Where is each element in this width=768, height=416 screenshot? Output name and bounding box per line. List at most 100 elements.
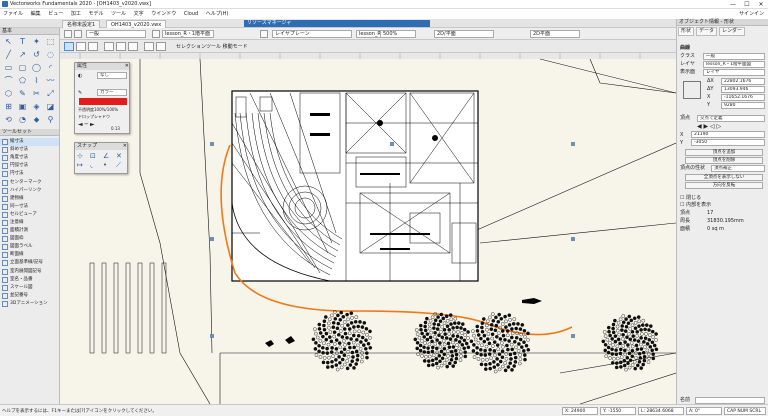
toolset-item[interactable]: 面積計測	[0, 227, 59, 235]
menu-model[interactable]: モデル	[85, 9, 106, 19]
reference-point-icon[interactable]	[683, 81, 701, 99]
fill-checkbox[interactable]: ☐ 内部を表示	[680, 202, 711, 209]
toolset-item[interactable]: 立面基準線/記号	[0, 259, 59, 267]
toolset-item[interactable]: 図面枠	[0, 235, 59, 243]
fill-style-icon[interactable]: ◐	[78, 73, 82, 79]
toolset-item[interactable]: センターマーク	[0, 178, 59, 186]
snap-grid-icon[interactable]: ⊹	[77, 152, 89, 160]
move-mode-icon[interactable]	[76, 42, 86, 51]
vertex-x-field[interactable]: 21190	[691, 131, 765, 138]
close-button[interactable]: ✕	[754, 0, 768, 9]
point-type-select[interactable]: 頂点補正	[711, 165, 765, 172]
active-layer-select[interactable]: lesson_R・1階平面図	[162, 30, 214, 38]
toolset-item[interactable]: 室名・品番	[0, 276, 59, 284]
vertex-mode-select[interactable]: 交点で定義	[697, 115, 765, 122]
snap-object-icon[interactable]: ⊡	[90, 152, 102, 160]
basic-tool-27-icon[interactable]: ⚲	[44, 114, 57, 126]
toolset-item[interactable]: 注意線	[0, 219, 59, 227]
toolset-item[interactable]: 室内展開図記号	[0, 268, 59, 276]
lasso-mode-icon[interactable]	[116, 42, 126, 51]
active-class-select[interactable]: レイヤプレーン	[272, 30, 352, 38]
vertex-y-field[interactable]: -3050	[691, 139, 765, 146]
plane-select[interactable]: レイヤ	[703, 69, 765, 76]
snap-close-icon[interactable]: ✕	[123, 143, 127, 150]
toolset-item[interactable]: 図面ラベル	[0, 243, 59, 251]
snap-intersection-icon[interactable]: ✕	[116, 152, 128, 160]
palette-close-icon[interactable]: ✕	[125, 63, 129, 70]
show-vertices-button[interactable]: 全頂点を表示しない	[685, 174, 763, 181]
toolset-item[interactable]: 円寸法	[0, 170, 59, 178]
tab-render[interactable]: レンダー	[719, 27, 746, 36]
toolset-item[interactable]: 角度寸法	[0, 154, 59, 162]
basic-tool-5-icon[interactable]: ↗	[16, 49, 29, 61]
menu-tools[interactable]: ツール	[108, 9, 129, 19]
basic-tool-17-icon[interactable]: ✎	[16, 88, 29, 100]
snap-mode-icon[interactable]	[144, 42, 154, 51]
menu-edit[interactable]: 編集	[28, 9, 44, 19]
rotate-mode-icon[interactable]	[88, 42, 98, 51]
fill-style-select[interactable]: なし	[97, 72, 127, 79]
basic-tool-11-icon[interactable]: ◜	[44, 62, 57, 74]
toolset-item[interactable]: 3Dアニメーション	[0, 300, 59, 308]
selection-mode-icon[interactable]	[64, 42, 74, 51]
layer-select[interactable]: lesson_R・1階平面図	[703, 61, 765, 68]
toolset-item[interactable]: ハイパーリンク	[0, 187, 59, 195]
tab-untitled[interactable]: 名称未設定1	[62, 20, 101, 28]
basic-tool-24-icon[interactable]: ⟲	[2, 114, 15, 126]
line-weight-value[interactable]: 0.13	[111, 126, 120, 131]
basic-tool-16-icon[interactable]: ⬡	[2, 88, 15, 100]
layer-options-icon[interactable]	[152, 30, 160, 38]
tab-shape[interactable]: 形状	[678, 27, 695, 36]
menu-file[interactable]: ファイル	[0, 9, 26, 19]
basic-tool-18-icon[interactable]: ✂	[30, 88, 43, 100]
basic-tool-7-icon[interactable]: ◌	[44, 49, 57, 61]
basic-tool-13-icon[interactable]: ⬠	[16, 75, 29, 87]
basic-tool-0-icon[interactable]: ↖	[2, 36, 15, 48]
basic-tool-6-icon[interactable]: ↺	[30, 49, 43, 61]
basic-tool-21-icon[interactable]: ▣	[16, 101, 29, 113]
snap-distance-icon[interactable]: ↦	[77, 161, 89, 170]
basic-tool-3-icon[interactable]: ⬚	[44, 36, 57, 48]
basic-tool-8-icon[interactable]: ▭	[2, 62, 15, 74]
dy-field[interactable]: 13093.946	[721, 86, 765, 93]
saved-view-select[interactable]: 一般	[86, 30, 146, 38]
snap-point-icon[interactable]: •	[103, 161, 115, 170]
toolset-item[interactable]: 建物線	[0, 195, 59, 203]
y-field[interactable]: 9280	[721, 102, 765, 109]
zoom-select[interactable]: 500%	[380, 30, 416, 38]
menu-help[interactable]: ヘルプ(H)	[203, 9, 232, 19]
basic-tool-2-icon[interactable]: ✦	[30, 36, 43, 48]
menu-modify[interactable]: 加工	[68, 9, 84, 19]
snap-edge-icon[interactable]: ⟋	[116, 161, 128, 170]
resource-manager-titlebar[interactable]: リソースマネージャ	[244, 20, 430, 27]
arrowhead-icon[interactable]: ◄ ─ ►	[78, 121, 95, 128]
toolset-item[interactable]: 並記番号	[0, 292, 59, 300]
menu-text[interactable]: 文字	[131, 9, 147, 19]
menu-window[interactable]: ウインドウ	[148, 9, 179, 19]
pen-style-select[interactable]: カラー	[97, 89, 127, 96]
basic-tool-25-icon[interactable]: ◔	[16, 114, 29, 126]
back-view-icon[interactable]	[64, 30, 72, 38]
delete-vertex-button[interactable]: 頂点を削除	[685, 157, 763, 164]
name-field[interactable]	[695, 397, 765, 404]
minimize-button[interactable]: —	[726, 0, 740, 9]
snap-angle-icon[interactable]: ∠	[103, 152, 115, 160]
projection-select[interactable]: 2D/平面	[434, 30, 494, 38]
marquee-mode-icon[interactable]	[104, 42, 114, 51]
settings-gear-icon[interactable]	[156, 42, 166, 51]
toolset-item[interactable]: スケール図	[0, 284, 59, 292]
opacity-label[interactable]: 不透明度100%/100%	[78, 107, 118, 113]
basic-tool-23-icon[interactable]: ◪	[44, 101, 57, 113]
closed-checkbox[interactable]: ☐ 閉じる	[680, 195, 701, 202]
class-options-icon[interactable]	[260, 30, 268, 38]
basic-tool-19-icon[interactable]: ⤢	[44, 88, 57, 100]
drop-shadow-label[interactable]: ドロップシャドウ	[78, 114, 110, 120]
tab-data[interactable]: データ	[696, 27, 718, 36]
basic-tool-10-icon[interactable]: ◯	[30, 62, 43, 74]
forward-view-icon[interactable]	[74, 30, 82, 38]
render-mode-select[interactable]: 2D平面	[530, 30, 580, 38]
snap-tangent-icon[interactable]: ◟	[90, 161, 102, 170]
toolset-item[interactable]: 円弧寸法	[0, 162, 59, 170]
basic-tool-15-icon[interactable]: 〰	[44, 75, 57, 87]
toolset-item[interactable]: 縦寸法	[0, 138, 59, 147]
